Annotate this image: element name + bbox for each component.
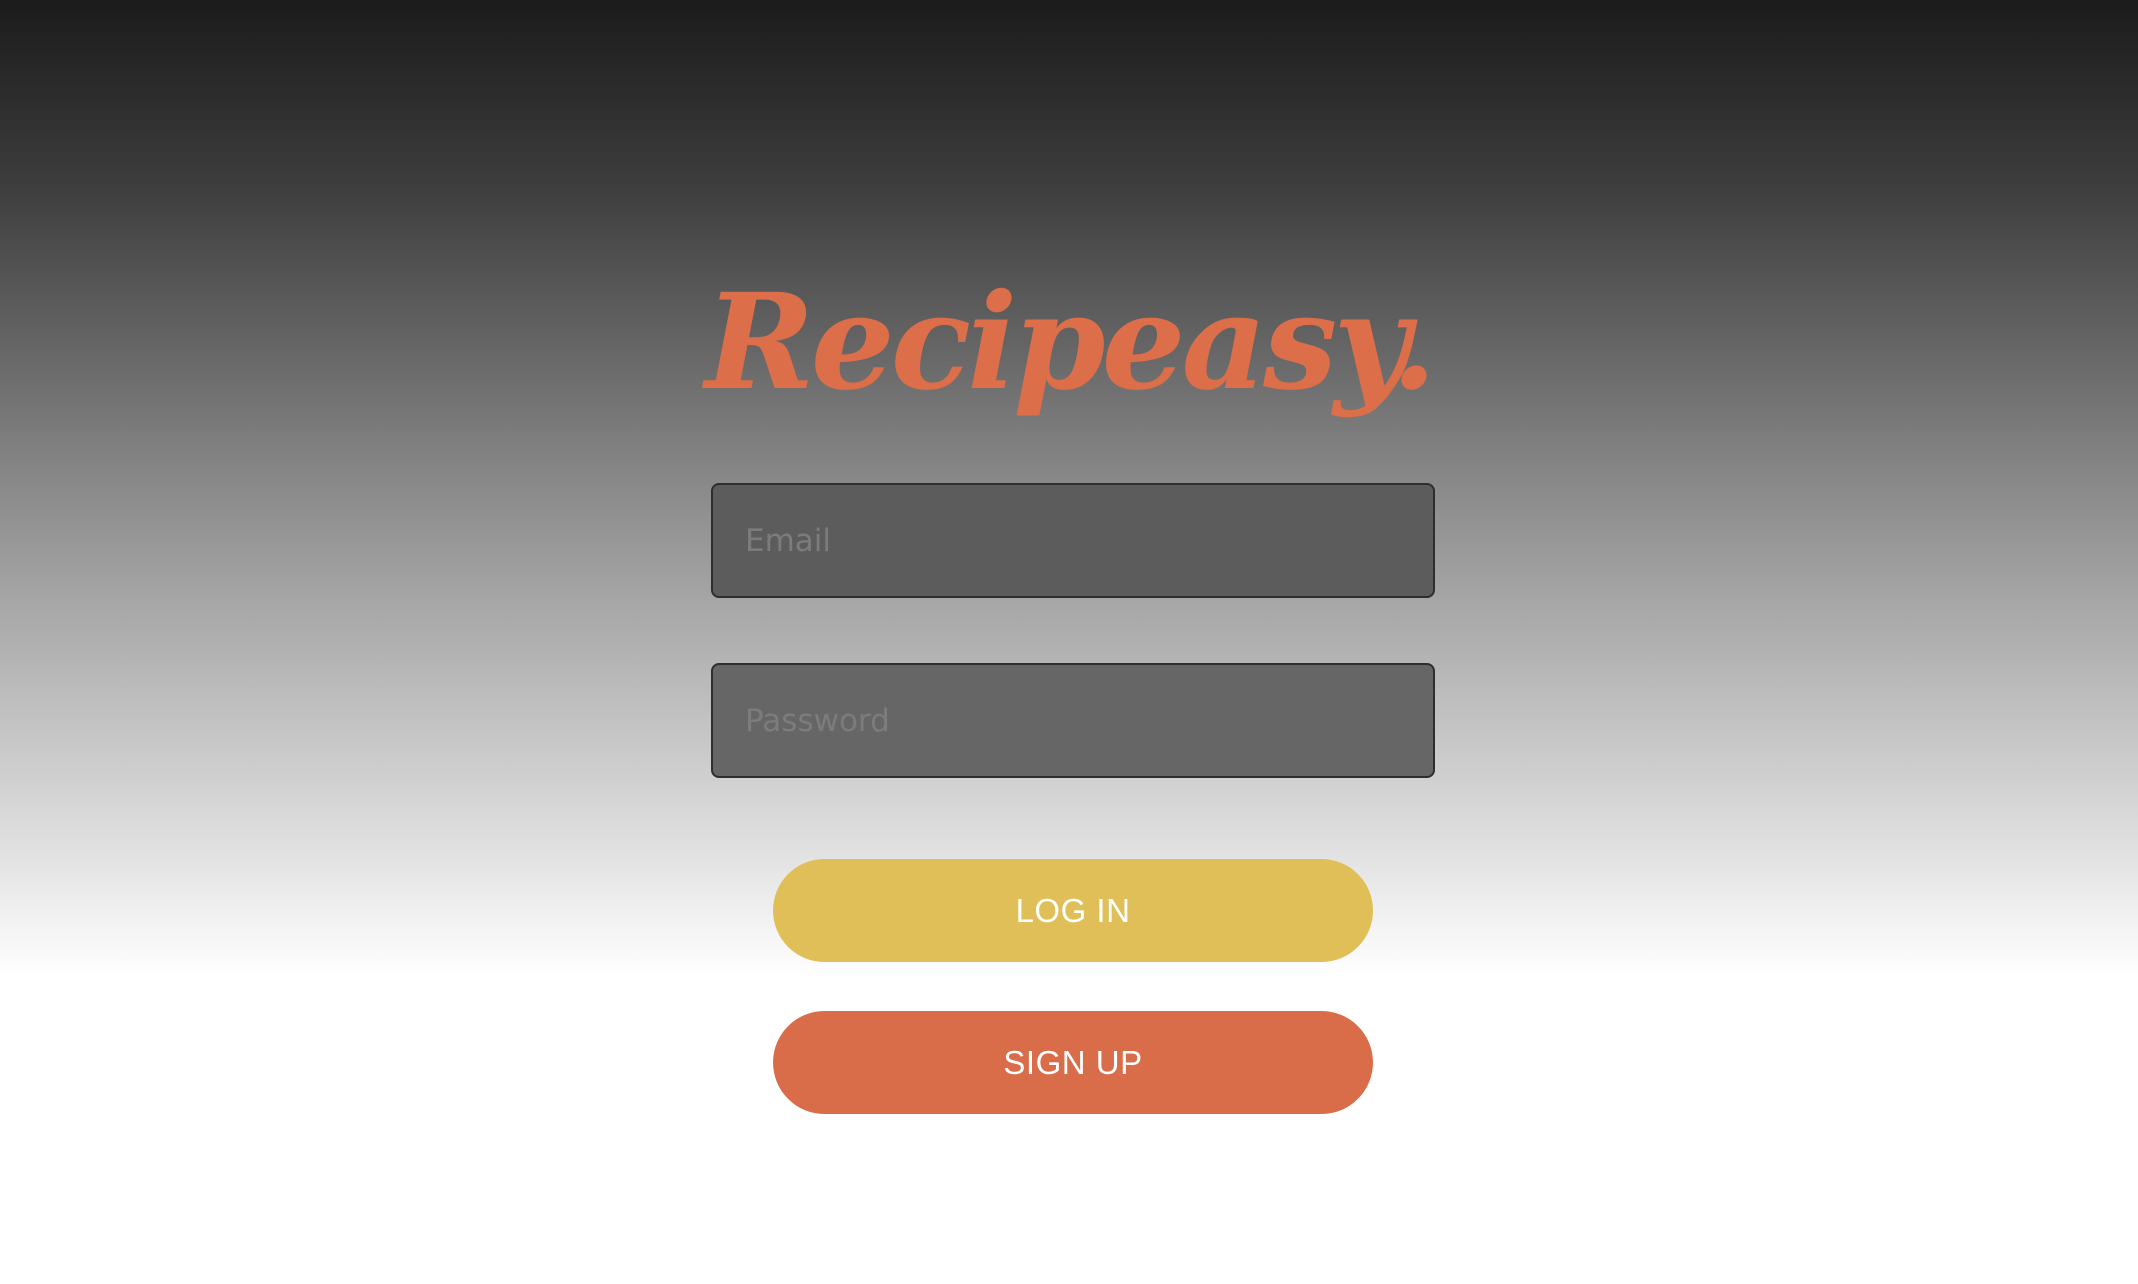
app-logo: Recipeasy. [705, 265, 1437, 420]
signup-button[interactable]: SIGN UP [773, 1011, 1373, 1114]
email-field[interactable] [711, 483, 1435, 598]
login-page: Recipeasy. LOG IN SIGN UP [0, 0, 2138, 1284]
password-field[interactable] [711, 663, 1435, 778]
login-button[interactable]: LOG IN [773, 859, 1373, 962]
